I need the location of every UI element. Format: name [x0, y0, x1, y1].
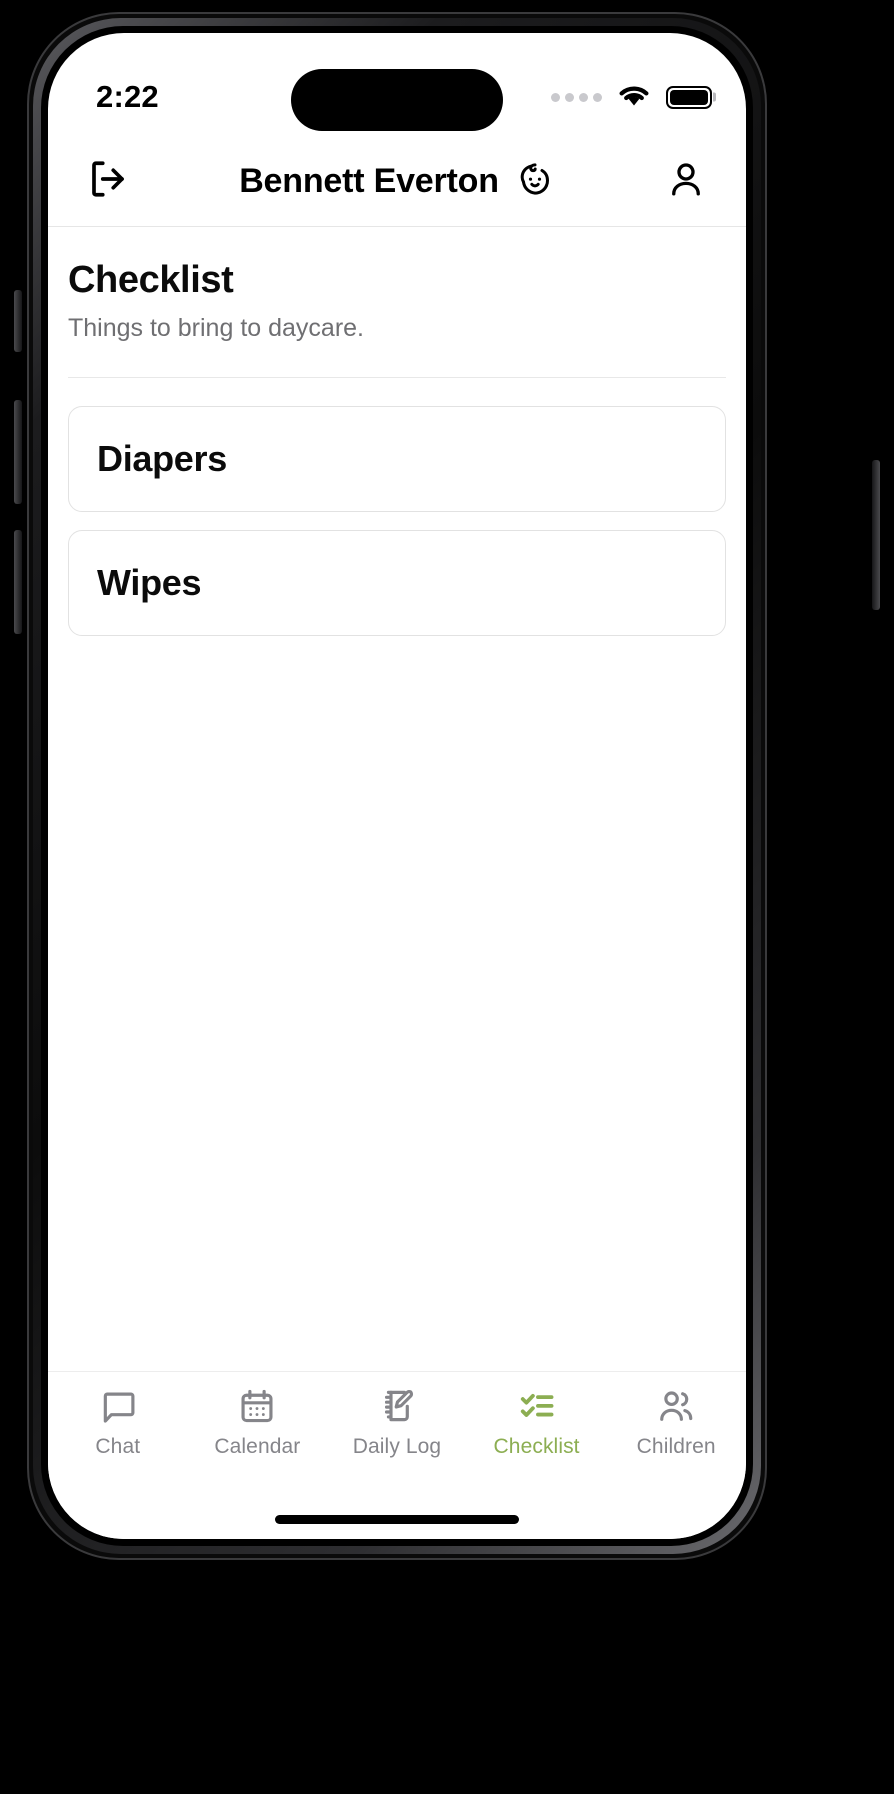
power-button[interactable]	[872, 460, 880, 610]
list-item[interactable]: Diapers	[68, 406, 726, 512]
list-item-label: Wipes	[97, 562, 202, 603]
status-bar-time: 2:22	[96, 79, 159, 114]
app-header: Bennett Everton	[48, 137, 746, 227]
phone-screen: 2:22 Bennett Everton Checklist Things to…	[48, 33, 746, 1539]
status-bar-indicators	[551, 82, 712, 113]
tab-label: Calendar	[214, 1435, 301, 1458]
baby-face-icon	[515, 159, 555, 204]
logout-button[interactable]	[72, 158, 144, 205]
logout-icon	[87, 158, 129, 205]
tab-label: Daily Log	[352, 1435, 442, 1458]
tab-checklist[interactable]: Checklist	[467, 1386, 607, 1459]
people-icon	[657, 1386, 695, 1426]
notebook-pencil-icon	[378, 1386, 416, 1426]
bottom-tab-bar: Chat Calendar Daily Log Checklist Childr…	[48, 1371, 746, 1499]
tab-label: Checklist	[493, 1435, 580, 1458]
tab-label: Children	[636, 1435, 716, 1458]
dynamic-island	[291, 69, 503, 131]
main-content: Checklist Things to bring to daycare. Di…	[48, 227, 746, 1371]
tab-daily-log[interactable]: Daily Log	[327, 1386, 467, 1459]
silent-switch[interactable]	[14, 290, 22, 352]
account-button[interactable]	[650, 158, 722, 205]
header-title-group: Bennett Everton	[144, 159, 650, 204]
tab-label: Chat	[95, 1435, 141, 1458]
list-item[interactable]: Wipes	[68, 530, 726, 636]
person-icon	[665, 158, 707, 205]
chat-bubble-icon	[99, 1386, 137, 1426]
checklist-heading: Checklist	[68, 259, 234, 301]
page-title: Bennett Everton	[239, 162, 499, 200]
screenshot-stage: 2:22 Bennett Everton Checklist Things to…	[0, 0, 894, 1794]
tab-calendar[interactable]: Calendar	[188, 1386, 328, 1459]
tab-children[interactable]: Children	[606, 1386, 746, 1459]
battery-icon	[666, 85, 712, 109]
status-bar: 2:22	[48, 33, 746, 137]
list-item-label: Diapers	[97, 438, 227, 479]
checklist-icon	[518, 1386, 556, 1426]
cellular-dots-icon	[551, 92, 602, 102]
volume-up-button[interactable]	[14, 400, 22, 504]
home-indicator[interactable]	[48, 1499, 746, 1539]
wifi-icon	[616, 82, 652, 113]
checklist-subtitle: Things to bring to daycare.	[68, 314, 364, 342]
content-divider	[68, 377, 726, 378]
tab-chat[interactable]: Chat	[48, 1386, 188, 1459]
calendar-icon	[238, 1386, 276, 1426]
volume-down-button[interactable]	[14, 530, 22, 634]
